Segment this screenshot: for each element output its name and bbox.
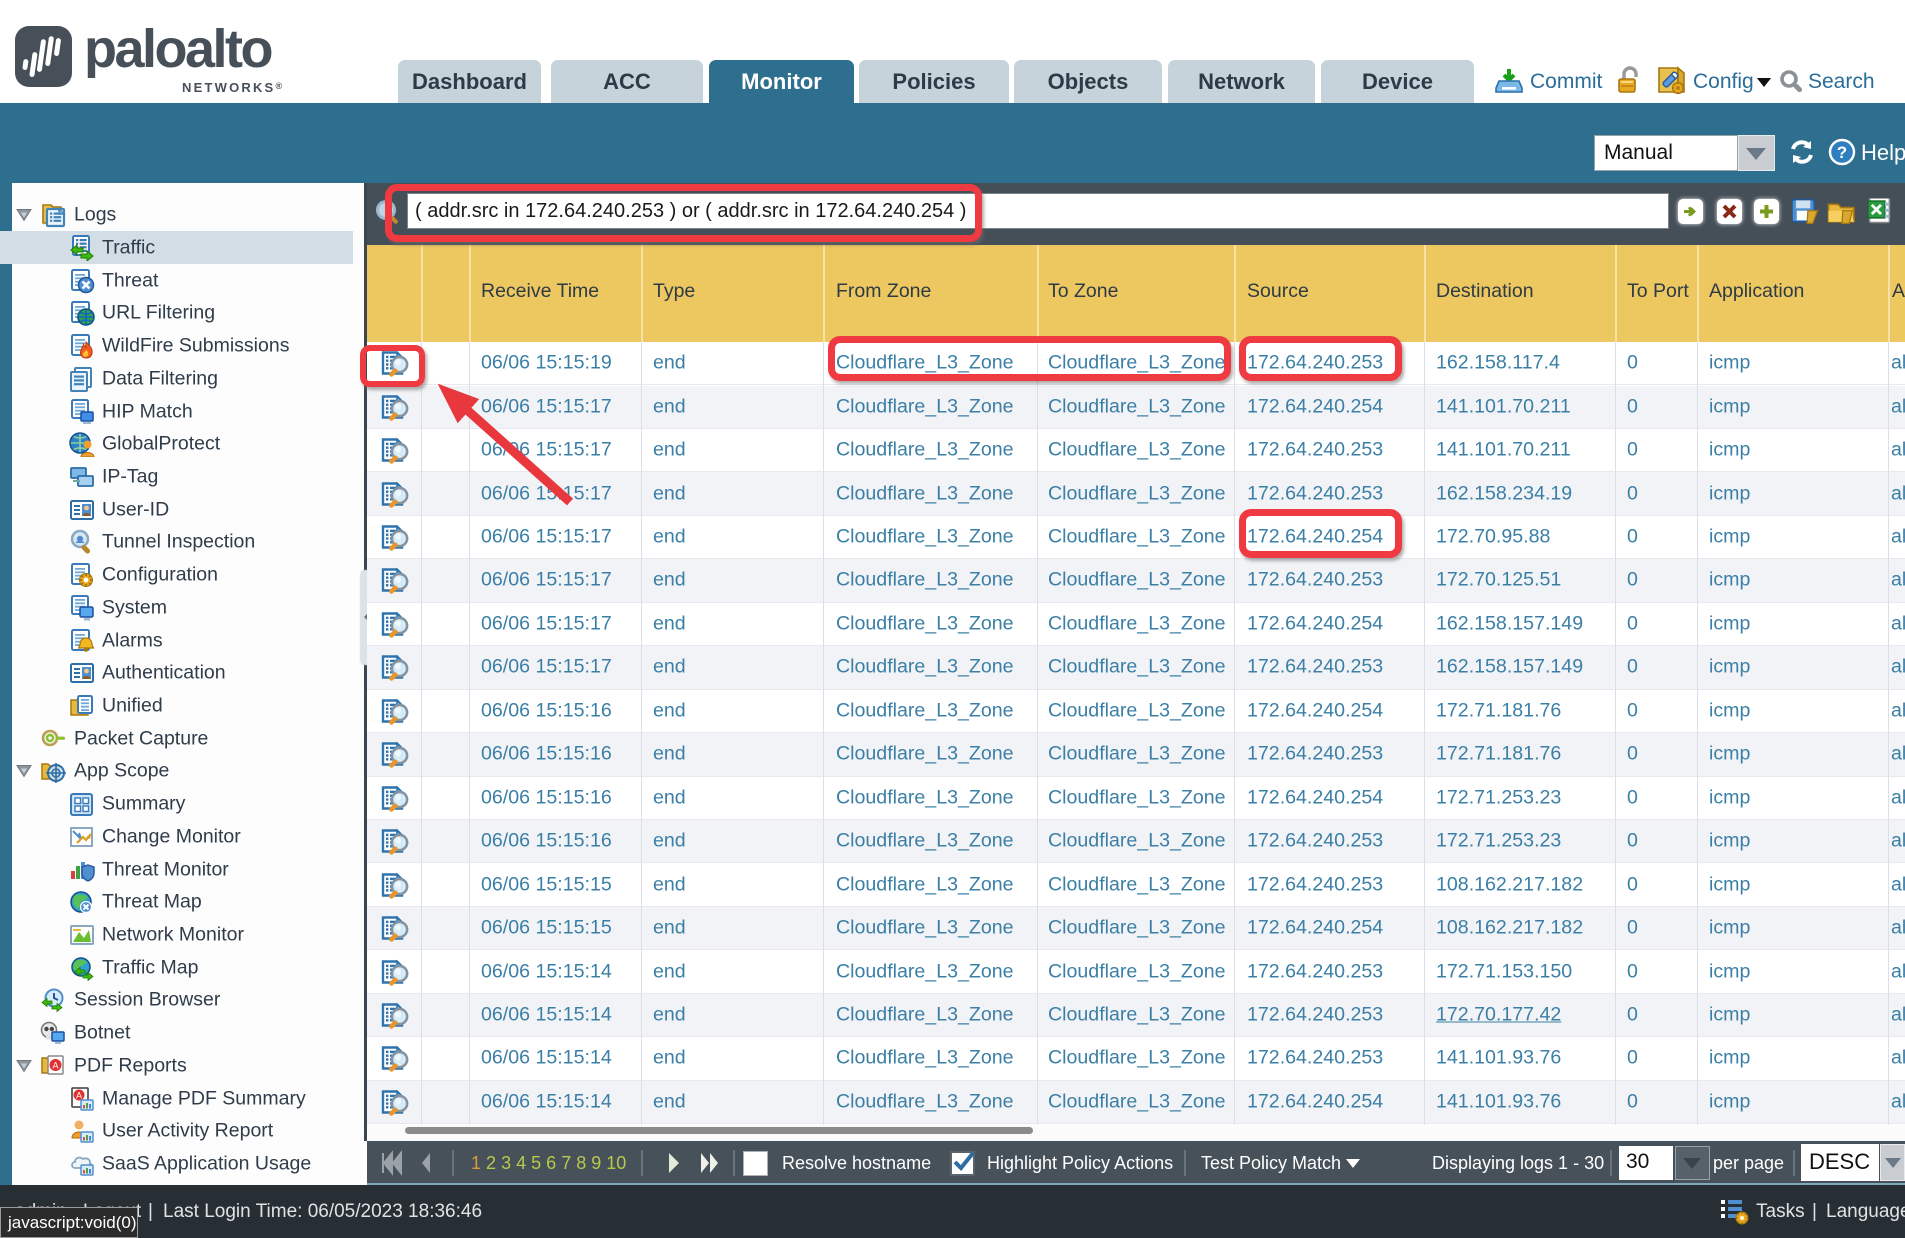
svg-text:?: ? <box>1837 143 1847 162</box>
svg-text:A: A <box>52 1060 58 1070</box>
svg-text:A: A <box>76 1090 82 1100</box>
